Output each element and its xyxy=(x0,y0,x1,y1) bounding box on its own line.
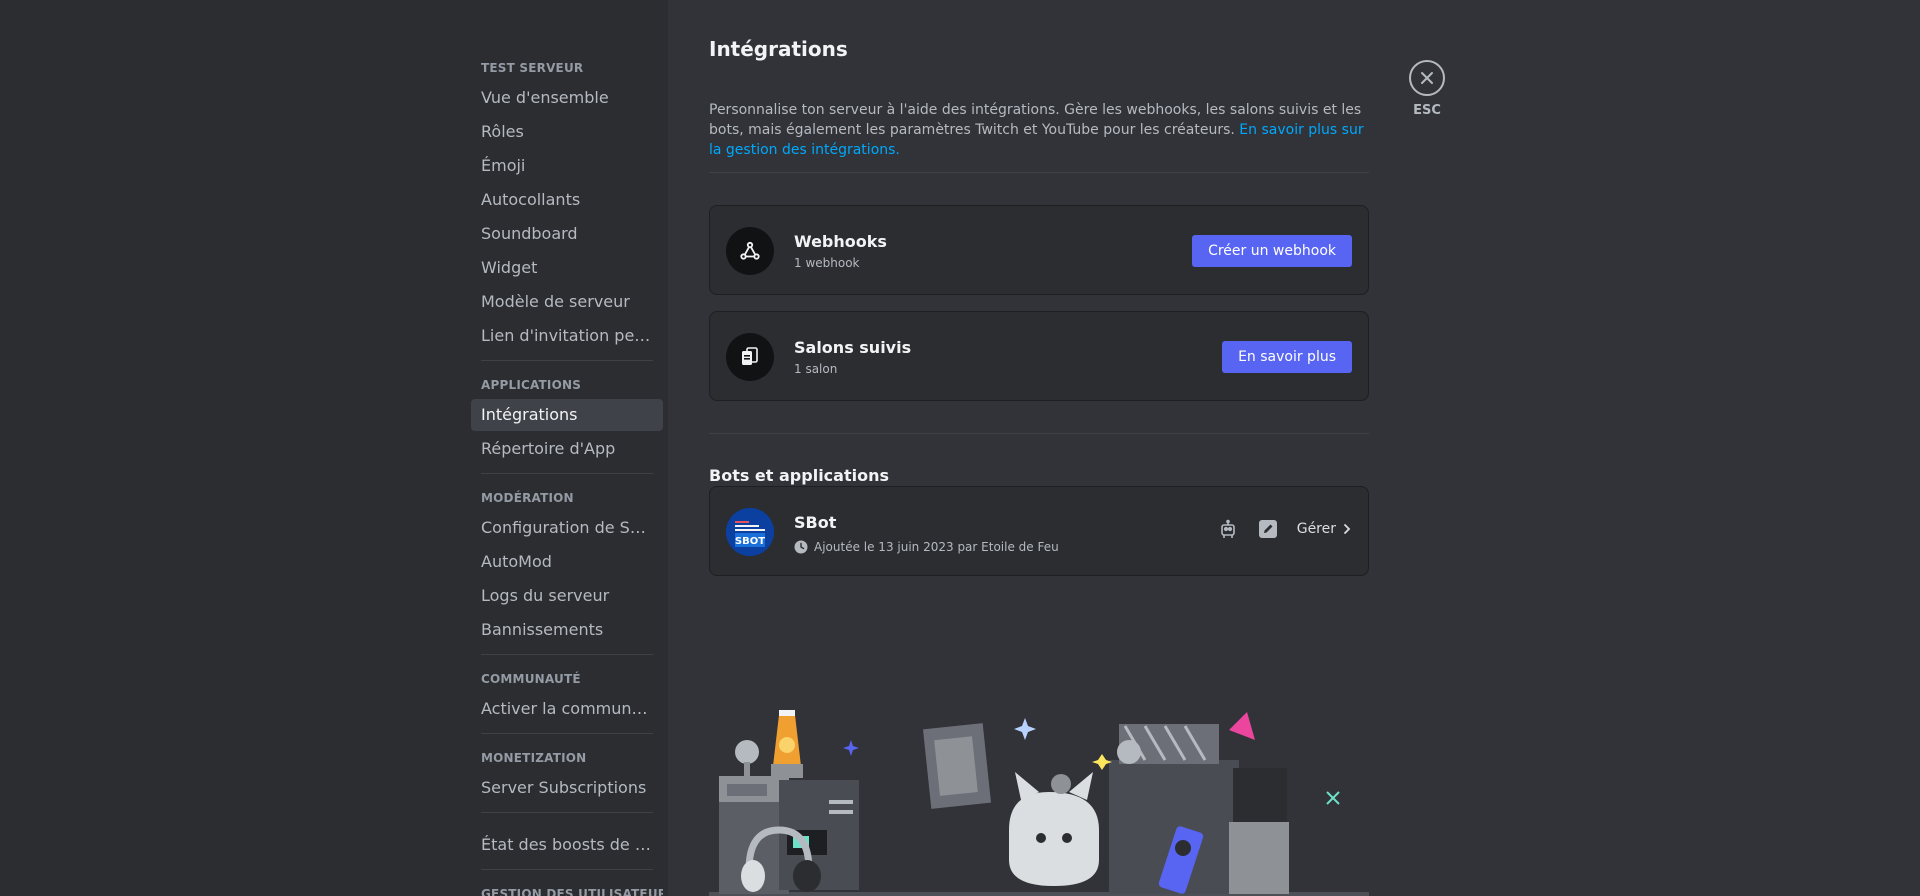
webhooks-count: 1 webhook xyxy=(794,256,860,270)
divider xyxy=(709,433,1369,434)
sidebar-separator xyxy=(481,473,653,474)
bots-section-title: Bots et applications xyxy=(709,466,889,485)
followed-channels-card[interactable]: Salons suivis 1 salon En savoir plus xyxy=(709,311,1369,401)
sidebar-item-autocollants[interactable]: Autocollants xyxy=(471,184,663,216)
followed-count: 1 salon xyxy=(794,362,838,376)
sidebar-item-repertoire-d-app[interactable]: Répertoire d'App xyxy=(471,433,663,465)
sidebar-item-emoji[interactable]: Émoji xyxy=(471,150,663,182)
close-icon xyxy=(1421,72,1433,84)
page-title: Intégrations xyxy=(709,37,848,61)
sidebar-section-header: MODÉRATION xyxy=(481,491,574,505)
learn-more-button[interactable]: En savoir plus xyxy=(1222,341,1352,373)
sidebar-section-header: MONETIZATION xyxy=(481,751,587,765)
bot-avatar: SBOT xyxy=(726,508,774,556)
close-area: ESC xyxy=(1409,60,1445,118)
webhooks-title: Webhooks xyxy=(794,232,887,251)
sidebar-section-header: APPLICATIONS xyxy=(481,378,582,392)
close-button[interactable] xyxy=(1409,60,1445,96)
bot-avatar-text: SBOT xyxy=(735,536,765,547)
sidebar-item-etat-des-boosts-de-serveur[interactable]: État des boosts de serveur xyxy=(471,829,663,861)
chevron-right-icon xyxy=(1344,524,1351,534)
sidebar-separator xyxy=(481,733,653,734)
page-description: Personnalise ton serveur à l'aide des in… xyxy=(709,100,1369,160)
clock-icon xyxy=(794,540,808,554)
webhooks-card[interactable]: Webhooks 1 webhook Créer un webhook xyxy=(709,205,1369,295)
edit-icon[interactable] xyxy=(1257,518,1279,540)
sidebar-section-header: TEST SERVEUR xyxy=(481,61,584,75)
integrations-illustration xyxy=(709,710,1369,896)
bot-icon[interactable] xyxy=(1217,518,1239,540)
sidebar-item-activer-la-communaute[interactable]: Activer la communauté xyxy=(471,693,663,725)
sidebar-item-logs-du-serveur[interactable]: Logs du serveur xyxy=(471,580,663,612)
sidebar-item-server-subscriptions[interactable]: Server Subscriptions xyxy=(471,772,663,804)
sidebar-item-roles[interactable]: Rôles xyxy=(471,116,663,148)
sidebar-item-soundboard[interactable]: Soundboard xyxy=(471,218,663,250)
followed-channel-icon xyxy=(726,333,774,381)
settings-sidebar: TEST SERVEUR Vue d'ensemble Rôles Émoji Auto… xyxy=(471,0,663,896)
sidebar-separator xyxy=(481,654,653,655)
webhook-icon xyxy=(726,227,774,275)
esc-label: ESC xyxy=(1413,103,1441,118)
bot-card-sbot[interactable]: SBOT SBot Ajoutée le 13 juin 2023 par Et… xyxy=(709,486,1369,576)
bot-meta: Ajoutée le 13 juin 2023 par Etoile de Fe… xyxy=(794,540,1059,554)
create-webhook-button[interactable]: Créer un webhook xyxy=(1192,235,1352,267)
sidebar-item-lien-d-invitation-perso[interactable]: Lien d'invitation perso... xyxy=(471,320,663,352)
bot-actions: Gérer xyxy=(1217,518,1352,540)
bot-added-text: Ajoutée le 13 juin 2023 par Etoile de Fe… xyxy=(814,540,1059,554)
manage-button[interactable]: Gérer xyxy=(1297,521,1352,537)
divider xyxy=(709,172,1369,173)
sidebar-item-modele-de-serveur[interactable]: Modèle de serveur xyxy=(471,286,663,318)
sidebar-separator xyxy=(481,869,653,870)
sidebar-separator xyxy=(481,812,653,813)
sidebar-separator xyxy=(481,360,653,361)
sidebar-item-integrations[interactable]: Intégrations xyxy=(471,399,663,431)
sidebar-item-automod[interactable]: AutoMod xyxy=(471,546,663,578)
manage-label: Gérer xyxy=(1296,521,1336,537)
sidebar-item-bannissements[interactable]: Bannissements xyxy=(471,614,663,646)
sidebar-section-header: GESTION DES UTILISATEURS xyxy=(481,887,663,896)
bot-name: SBot xyxy=(794,513,837,532)
sidebar-item-widget[interactable]: Widget xyxy=(471,252,663,284)
sidebar-section-header: COMMUNAUTÉ xyxy=(481,672,581,686)
sidebar-item-configuration-de-secur[interactable]: Configuration de Sécur... xyxy=(471,512,663,544)
followed-title: Salons suivis xyxy=(794,338,912,357)
sidebar-item-vue-d-ensemble[interactable]: Vue d'ensemble xyxy=(471,82,663,114)
